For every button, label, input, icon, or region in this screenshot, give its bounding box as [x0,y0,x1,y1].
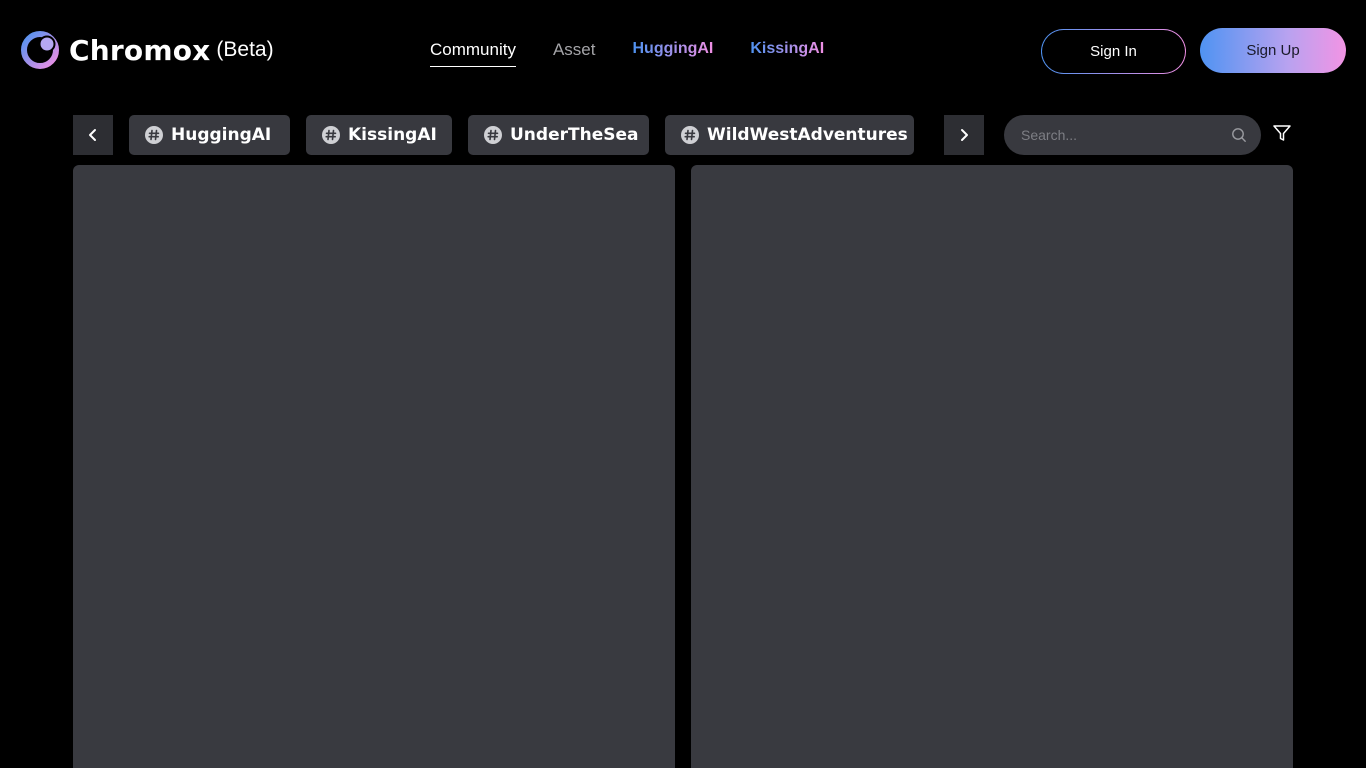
search-icon[interactable] [1231,127,1247,143]
hashtag-icon [681,126,699,144]
nav-huggingai[interactable]: HuggingAI [633,40,714,64]
chevron-left-icon [89,129,96,141]
search-input[interactable] [1021,127,1231,143]
sign-in-label: Sign In [1042,30,1185,73]
chromox-logo-icon [21,31,59,69]
tags-next-button[interactable] [944,115,984,155]
tag-label: HuggingAI [171,125,272,145]
hashtag-icon [145,126,163,144]
tag-kissingai[interactable]: KissingAI [306,115,452,155]
hashtag-icon [484,126,502,144]
top-header: Chromox (Beta) Community Asset HuggingAI… [0,0,1366,100]
nav-community[interactable]: Community [430,40,516,67]
chevron-right-icon [961,129,968,141]
brand-beta-badge: (Beta) [216,38,274,61]
search-box [1004,115,1261,155]
sign-in-button[interactable]: Sign In [1041,29,1186,74]
tag-wildwestadventures[interactable]: WildWestAdventures [665,115,914,155]
nav-asset[interactable]: Asset [553,40,596,66]
brand-logo[interactable]: Chromox (Beta) [20,30,274,70]
sign-up-button[interactable]: Sign Up [1200,28,1346,73]
tag-huggingai[interactable]: HuggingAI [129,115,290,155]
hashtag-icon [322,126,340,144]
content-card[interactable] [691,165,1293,768]
content-card[interactable] [73,165,675,768]
tag-label: KissingAI [348,125,437,145]
tag-label: WildWestAdventures [707,125,908,145]
main-nav: Community Asset HuggingAI KissingAI [430,40,861,72]
tag-undertheseа[interactable]: UnderTheSea [468,115,649,155]
tag-label: UnderTheSea [510,125,639,145]
filter-icon[interactable] [1272,123,1292,143]
tags-prev-button[interactable] [73,115,113,155]
nav-kissingai[interactable]: KissingAI [750,40,824,64]
brand-name: Chromox [69,33,211,67]
